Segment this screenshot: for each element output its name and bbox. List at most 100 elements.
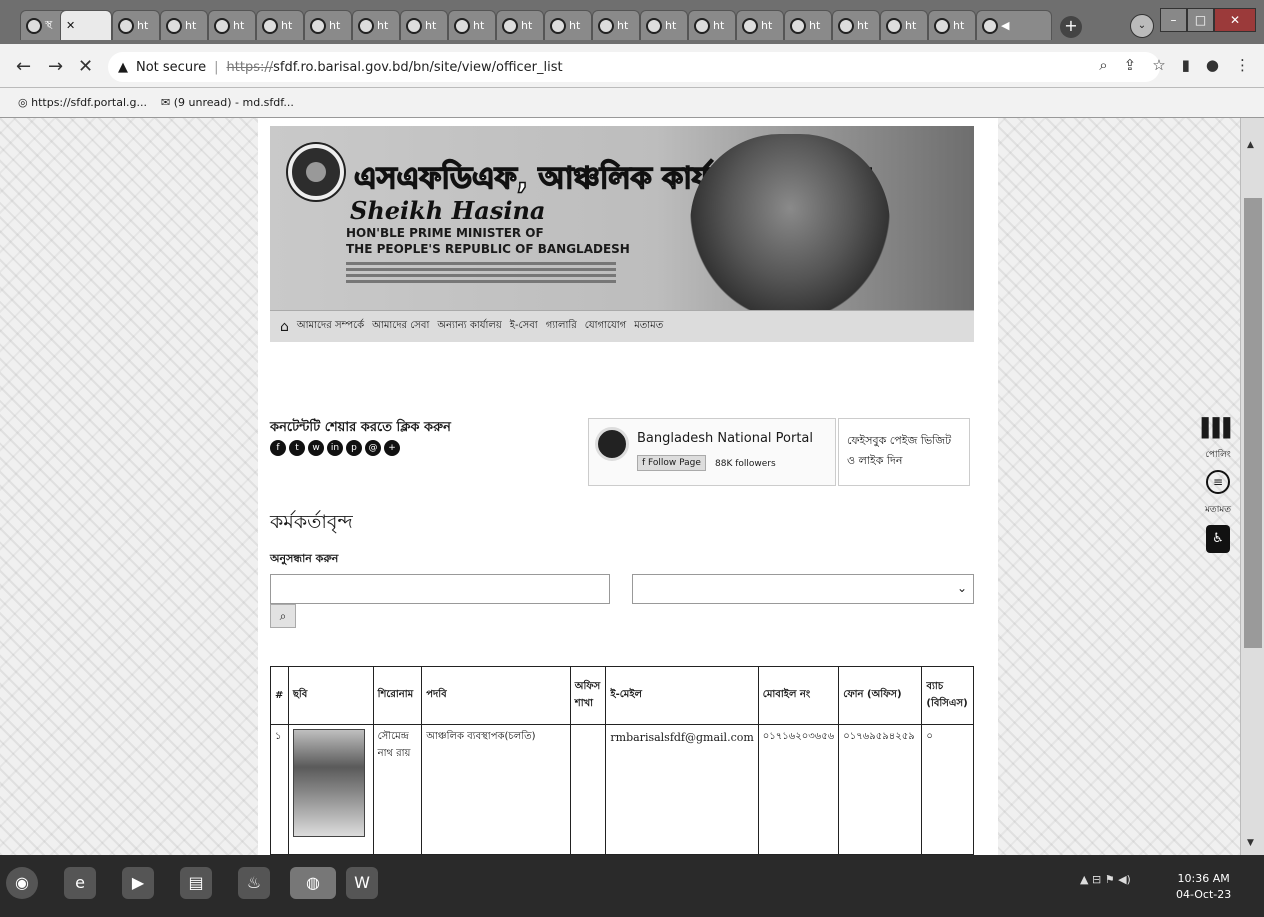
- browser-tab[interactable]: ht: [736, 10, 784, 40]
- polling-icon[interactable]: ▌▌▌: [1202, 418, 1237, 439]
- feedback-label[interactable]: মতামত: [1205, 502, 1231, 517]
- cell-batch: ০: [921, 724, 974, 855]
- browser-tab[interactable]: ht: [208, 10, 256, 40]
- search-button[interactable]: ⌕: [270, 604, 296, 628]
- flag-icon[interactable]: ⚑: [1105, 873, 1115, 886]
- accessibility-icon[interactable]: ♿: [1206, 525, 1230, 553]
- internet-explorer-icon[interactable]: e: [64, 867, 96, 899]
- zoom-icon[interactable]: ⌕: [1099, 56, 1107, 74]
- cell-email[interactable]: rmbarisalsfdf@gmail.com: [605, 724, 759, 855]
- browser-tab[interactable]: ht: [592, 10, 640, 40]
- new-tab-button[interactable]: +: [1060, 16, 1082, 38]
- cell-mobile: ০১৭১৬২০৩৬৫৬: [757, 724, 840, 855]
- print-icon[interactable]: p: [346, 440, 362, 456]
- search-input[interactable]: [270, 574, 610, 604]
- browser-tab[interactable]: ht: [688, 10, 736, 40]
- tab-close-icon[interactable]: ✕: [66, 19, 75, 32]
- banner-fine-print: [346, 262, 616, 286]
- browser-tab[interactable]: ht: [112, 10, 160, 40]
- browser-tab[interactable]: ht: [400, 10, 448, 40]
- browser-tab[interactable]: ht: [880, 10, 928, 40]
- tab-favicon-icon: [502, 17, 518, 34]
- polling-label[interactable]: পোলিং: [1205, 447, 1231, 462]
- col-header: অফিস শাখা: [569, 666, 607, 725]
- browser-tab[interactable]: ht: [640, 10, 688, 40]
- browser-tab[interactable]: ht: [832, 10, 880, 40]
- tab-favicon-icon: [166, 17, 182, 34]
- browser-tab[interactable]: ht: [496, 10, 544, 40]
- home-icon[interactable]: ⌂: [280, 319, 289, 335]
- share-page-icon[interactable]: ⇪: [1124, 56, 1137, 74]
- email-icon[interactable]: @: [365, 440, 381, 456]
- scroll-thumb[interactable]: [1244, 198, 1262, 648]
- minimize-icon[interactable]: –: [1160, 8, 1187, 32]
- bookmark-star-icon[interactable]: ☆: [1152, 56, 1165, 74]
- table-header-row: # ছবি শিরোনাম পদবি অফিস শাখা ই-মেইল মোবা…: [270, 666, 974, 725]
- back-icon[interactable]: ←: [16, 56, 31, 77]
- menu-item-other-offices[interactable]: অন্যান্য কার্যালয়: [437, 318, 501, 335]
- linkedin-icon[interactable]: in: [327, 440, 343, 456]
- tab-search-icon[interactable]: ⌄: [1130, 14, 1154, 38]
- page-scrollbar[interactable]: ▲ ▼: [1240, 118, 1264, 855]
- share-icon[interactable]: +: [384, 440, 400, 456]
- os-taskbar: ◉ e ▶ ▤ ♨ ◍ W ▲ ⊟ ⚑ ◀) 10:36 AM 04-Oct-2…: [0, 855, 1264, 917]
- portal-logo: [595, 427, 629, 461]
- scroll-down-icon[interactable]: ▼: [1247, 838, 1254, 848]
- side-panel-icon[interactable]: ▮: [1182, 56, 1190, 74]
- tab-strip: স্থ ✕ ht ht ht ht ht ht ht ht ht ht ht h…: [0, 0, 1264, 44]
- start-button[interactable]: ◉: [6, 867, 38, 899]
- follow-page-button[interactable]: f Follow Page: [637, 455, 706, 471]
- browser-tab[interactable]: ht: [928, 10, 976, 40]
- taskbar-clock[interactable]: 10:36 AM 04-Oct-23: [1176, 871, 1231, 903]
- scroll-up-icon[interactable]: ▲: [1247, 140, 1254, 150]
- col-header: #: [270, 666, 289, 725]
- close-window-icon[interactable]: ✕: [1214, 8, 1256, 32]
- browser-tab[interactable]: ht: [784, 10, 832, 40]
- browser-tab[interactable]: ht: [352, 10, 400, 40]
- browser-tab[interactable]: ht: [544, 10, 592, 40]
- tab-favicon-icon: [646, 17, 662, 34]
- menu-item-services[interactable]: আমাদের সেবা: [372, 318, 429, 335]
- chrome-icon[interactable]: ◍: [290, 867, 336, 899]
- url-bar[interactable]: ▲ Not secure | https://sfdf.ro.barisal.g…: [108, 52, 1160, 82]
- tab-favicon-icon: [694, 17, 710, 34]
- menu-item-about[interactable]: আমাদের সম্পর্কে: [297, 318, 364, 335]
- profile-avatar-icon[interactable]: ●: [1206, 56, 1219, 74]
- bookmark-item[interactable]: ✉ (9 unread) - md.sfdf...: [161, 96, 294, 109]
- menu-item-feedback[interactable]: মতামত: [634, 318, 663, 335]
- app-flame-icon[interactable]: ♨: [238, 867, 270, 899]
- menu-item-e-service[interactable]: ই-সেবা: [510, 318, 538, 335]
- browser-tab[interactable]: ht: [304, 10, 352, 40]
- twitter-icon[interactable]: t: [289, 440, 305, 456]
- facebook-page-widget[interactable]: Bangladesh National Portal f Follow Page…: [588, 418, 836, 486]
- word-icon[interactable]: W: [346, 867, 378, 899]
- tray-arrow-icon[interactable]: ▲: [1080, 873, 1088, 886]
- browser-tab[interactable]: ht: [256, 10, 304, 40]
- tab-favicon-icon: [358, 17, 374, 34]
- window-controls: – □ ✕: [1160, 8, 1256, 32]
- menu-kebab-icon[interactable]: ⋮: [1235, 56, 1250, 74]
- volume-icon[interactable]: ◀): [1118, 873, 1131, 886]
- fb-page-name[interactable]: Bangladesh National Portal: [637, 431, 813, 446]
- menu-item-contact[interactable]: যোগাযোগ: [585, 318, 626, 335]
- feedback-icon[interactable]: ≡: [1206, 470, 1230, 494]
- forward-icon[interactable]: →: [48, 56, 63, 77]
- network-icon[interactable]: ⊟: [1092, 873, 1101, 886]
- officer-photo[interactable]: [292, 729, 365, 837]
- menu-item-gallery[interactable]: গ্যালারি: [546, 318, 577, 335]
- clock-date: 04-Oct-23: [1176, 888, 1232, 901]
- stop-icon[interactable]: ✕: [78, 56, 93, 77]
- filter-select[interactable]: ⌄: [632, 574, 974, 604]
- browser-tab[interactable]: ◀: [976, 10, 1052, 40]
- facebook-icon[interactable]: f: [270, 440, 286, 456]
- bookmark-item[interactable]: ◎ https://sfdf.portal.g...: [18, 96, 147, 109]
- whatsapp-icon[interactable]: w: [308, 440, 324, 456]
- file-explorer-icon[interactable]: ▤: [180, 867, 212, 899]
- officer-table: # ছবি শিরোনাম পদবি অফিস শাখা ই-মেইল মোবা…: [270, 666, 974, 855]
- browser-tab[interactable]: ht: [160, 10, 208, 40]
- active-browser-tab[interactable]: ✕: [60, 10, 112, 40]
- clock-time: 10:36 AM: [1177, 872, 1230, 885]
- media-player-icon[interactable]: ▶: [122, 867, 154, 899]
- maximize-icon[interactable]: □: [1187, 8, 1214, 32]
- browser-tab[interactable]: ht: [448, 10, 496, 40]
